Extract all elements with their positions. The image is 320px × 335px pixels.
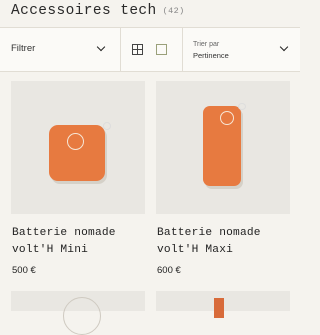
filter-toolbar: Filtrer Trier par Pertinence <box>0 27 300 72</box>
product-image[interactable] <box>11 81 145 214</box>
page-title-text: Accessoires tech <box>11 3 157 19</box>
product-thumbnail <box>214 298 224 318</box>
battery-mini-image <box>49 125 105 181</box>
sort-value: Pertinence <box>193 51 229 60</box>
product-card[interactable]: Batterie nomade volt'H Mini 500 € <box>11 81 145 276</box>
power-ring-icon <box>220 111 234 125</box>
chevron-down-icon <box>279 42 289 52</box>
product-card[interactable]: Batterie nomade volt'H Maxi 600 € <box>156 81 290 276</box>
battery-maxi-image <box>203 106 241 186</box>
product-price: 500 € <box>12 265 36 276</box>
sort-dropdown[interactable]: Trier par Pertinence <box>183 28 300 71</box>
product-image[interactable] <box>156 81 290 214</box>
filter-dropdown[interactable]: Filtrer <box>0 28 121 71</box>
view-toggle <box>120 28 183 71</box>
product-name[interactable]: Batterie nomade volt'H Maxi <box>157 225 291 259</box>
product-thumbnail <box>63 297 101 335</box>
product-count: (42) <box>162 6 185 16</box>
product-name[interactable]: Batterie nomade volt'H Mini <box>12 225 146 259</box>
page-header: Accessoires tech (42) <box>0 0 300 30</box>
filter-label: Filtrer <box>11 43 36 54</box>
product-price: 600 € <box>157 265 181 276</box>
single-view-icon[interactable] <box>156 44 167 55</box>
chevron-down-icon <box>96 42 106 52</box>
lanyard-loop <box>238 103 246 110</box>
lanyard-loop <box>103 122 111 130</box>
grid-view-icon[interactable] <box>132 44 143 55</box>
page-title: Accessoires tech (42) <box>11 3 185 19</box>
sort-caption: Trier par <box>193 41 220 48</box>
power-ring-icon <box>67 133 84 150</box>
product-image[interactable] <box>156 291 290 318</box>
product-image[interactable] <box>11 291 145 335</box>
